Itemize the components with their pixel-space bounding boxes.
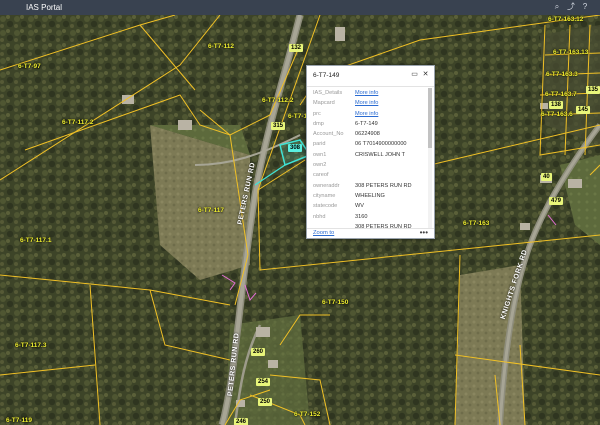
popup-attributes[interactable]: IAS_Details More info Mapcard More info prc M…	[307, 88, 427, 228]
parcel-popup: 6-T7-149 ▭ ✕ IAS_Details More info Mapcard…	[306, 65, 435, 239]
parcel-label: 6-T7-112	[208, 43, 235, 50]
more-info-link[interactable]: More info	[355, 98, 378, 108]
attribute-key: Account_No	[313, 131, 344, 138]
popup-header: 6-T7-149 ▭ ✕	[307, 66, 434, 87]
attribute-key: Mapcard	[313, 100, 335, 107]
popup-scrollbar[interactable]	[428, 88, 432, 228]
title-bar: IAS Portal ⌕ ⤴ ?	[0, 0, 600, 15]
address-label: 250	[258, 398, 273, 406]
attribute-key: cityname	[313, 192, 336, 199]
popup-title: 6-T7-149	[313, 72, 340, 79]
address-label: 138	[549, 101, 564, 109]
address-label: 254	[256, 378, 271, 386]
attribute-row: parid 06 T7014900000000	[307, 139, 427, 149]
attribute-row: statecode WV	[307, 201, 427, 211]
attribute-key: own2	[313, 162, 327, 169]
attribute-key: owneraddr	[313, 182, 340, 189]
search-icon[interactable]: ⌕	[552, 2, 562, 12]
attribute-row: owneraddr 308 PETERS RUN RD	[307, 181, 427, 191]
attribute-value: 06224908	[355, 131, 380, 138]
parcel-label: 6-T7-163	[463, 220, 490, 227]
address-label: 246	[234, 418, 249, 425]
address-label: 479	[549, 197, 564, 205]
share-icon[interactable]: ⤴	[566, 2, 576, 12]
address-label: 308	[288, 144, 303, 152]
address-label: 260	[251, 348, 266, 356]
parcel-label: 6-T7-117.1	[20, 237, 52, 244]
attribute-value: 308 PETERS RUN RD	[355, 182, 412, 189]
parcel-label: 6-T7-150	[322, 299, 349, 306]
parcel-label: 6-T7-163.6	[541, 111, 573, 118]
parcel-label: 6-T7-163.12	[548, 16, 584, 23]
zoom-to-link[interactable]: Zoom to	[313, 230, 334, 236]
app-title: IAS Portal	[26, 3, 63, 12]
attribute-key: nbhd	[313, 213, 326, 220]
more-info-link[interactable]: More info	[355, 109, 378, 119]
attribute-key: dmp	[313, 120, 324, 127]
parcel-label: 6-T7-163.13	[553, 49, 589, 56]
attribute-value: 06 T7014900000000	[355, 141, 407, 148]
attribute-row: nbhd 3160	[307, 212, 427, 222]
attribute-key: prc	[313, 110, 321, 117]
attribute-row: own1 CRISWELL JOHN T	[307, 150, 427, 160]
more-info-link[interactable]: More info	[355, 88, 378, 98]
parcel-label: 6-T7-117	[198, 207, 225, 214]
attribute-row: dmp 6-T7-149	[307, 119, 427, 129]
address-label: 145	[576, 106, 591, 114]
parcel-label: 6-T7-163.7	[545, 91, 577, 98]
parcel-label: 6-T7-119	[6, 417, 33, 424]
attribute-key: careof	[313, 172, 329, 179]
parcel-label: 6-T7-163.3	[546, 71, 578, 78]
attribute-row: prc More info	[307, 109, 427, 119]
parcel-label: 6-T7-117.2	[62, 119, 94, 126]
attribute-value: WV	[355, 203, 365, 210]
attribute-row: IAS_Details More info	[307, 88, 427, 98]
attribute-key: parid	[313, 141, 326, 148]
attribute-row: Mapcard More info	[307, 98, 427, 108]
help-icon[interactable]: ?	[580, 2, 590, 12]
address-label: 135	[586, 86, 600, 94]
parcel-label: 6-T7-152	[294, 411, 321, 418]
attribute-row: Account_No 06224908	[307, 129, 427, 139]
attribute-value: 3160	[355, 213, 368, 220]
address-label: 315	[271, 122, 286, 130]
more-options-icon[interactable]: •••	[420, 228, 428, 237]
attribute-row: careof	[307, 170, 427, 180]
map-view[interactable]: 6-T7-97 6-T7-112 6-T7-112.2 6-T7-14 6-T7…	[0, 15, 600, 425]
attribute-key: own1	[313, 151, 327, 158]
attribute-value: CRISWELL JOHN T	[355, 151, 406, 158]
address-label: 40	[541, 173, 552, 181]
dock-icon[interactable]: ▭	[410, 70, 419, 79]
attribute-key: statecode	[313, 203, 338, 210]
attribute-value: WHEELING	[355, 192, 385, 199]
close-icon[interactable]: ✕	[421, 70, 430, 79]
parcel-label: 6-T7-97	[18, 63, 41, 70]
parcel-label: 6-T7-112.2	[262, 97, 294, 104]
parcel-label: 6-T7-117.3	[15, 342, 47, 349]
attribute-key: IAS_Details	[313, 90, 343, 96]
attribute-row: cityname WHEELING	[307, 191, 427, 201]
attribute-value: 6-T7-149	[355, 120, 378, 127]
scrollbar-thumb[interactable]	[428, 88, 432, 148]
map-imagery	[0, 15, 600, 425]
popup-footer: Zoom to •••	[307, 228, 434, 239]
address-label: 132	[289, 44, 304, 52]
attribute-row: own2	[307, 160, 427, 170]
